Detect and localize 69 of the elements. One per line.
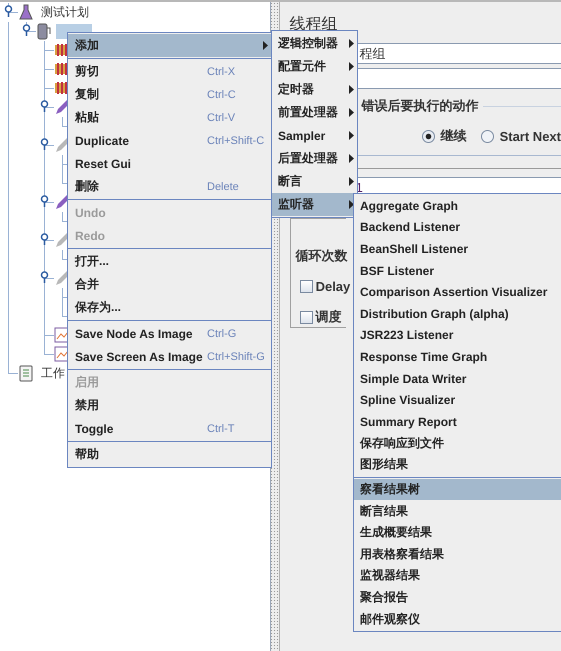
menu-item[interactable]: Response Time Graph — [354, 346, 561, 368]
menu-item[interactable]: 删除 Delete — [68, 175, 271, 198]
tree-node-label[interactable]: 工作 — [38, 364, 68, 383]
menu-item[interactable]: Spline Visualizer — [354, 389, 561, 411]
menu-item[interactable]: 配置元件 — [272, 55, 357, 78]
loop-count-label: 循环次数 — [296, 247, 346, 265]
expand-handle-icon[interactable] — [40, 271, 49, 283]
menu-item[interactable]: Comparison Assertion Visualizer — [354, 281, 561, 303]
menu-item[interactable]: 保存响应到文件 — [354, 432, 561, 454]
submenu-arrow-icon — [349, 85, 354, 94]
expand-handle-icon[interactable] — [22, 24, 31, 36]
menu-item[interactable]: Aggregate Graph — [354, 195, 561, 217]
submenu-arrow-icon — [349, 131, 354, 140]
menu-item[interactable]: 监视器结果 — [354, 565, 561, 587]
expand-handle-icon[interactable] — [40, 138, 49, 150]
menu-item[interactable]: 察看结果树 — [354, 478, 561, 500]
menu-item[interactable]: 添加 — [68, 34, 271, 57]
menu-item[interactable]: Save Node As Image Ctrl-G — [68, 322, 271, 345]
menu-item[interactable]: 聚合报告 — [354, 586, 561, 608]
name-field[interactable]: 程组 — [356, 43, 561, 64]
menu-item[interactable]: Toggle Ctrl-T — [68, 417, 271, 440]
menu-item[interactable]: BSF Listener — [354, 260, 561, 282]
submenu-arrow-icon — [349, 200, 354, 209]
menu-item[interactable]: Backend Listener — [354, 216, 561, 238]
menu-item[interactable]: 禁用 — [68, 394, 271, 417]
menu-item[interactable]: Save Screen As Image Ctrl+Shift-G — [68, 345, 271, 368]
menu-item[interactable]: 复制 Ctrl-C — [68, 83, 271, 106]
expand-handle-icon[interactable] — [40, 195, 49, 207]
menu-item[interactable]: BeanShell Listener — [354, 238, 561, 260]
menu-item[interactable]: 图形结果 — [354, 454, 561, 476]
submenu-arrow-icon — [349, 108, 354, 117]
menu-item[interactable]: 用表格察看结果 — [354, 544, 561, 566]
group-legend: 错误后要执行的动作 — [362, 97, 479, 115]
menu-item[interactable]: Reset Gui — [68, 152, 271, 175]
flask-icon — [18, 4, 34, 21]
menu-item[interactable]: Duplicate Ctrl+Shift-C — [68, 129, 271, 152]
menu-item[interactable]: Summary Report — [354, 410, 561, 433]
menu-item[interactable]: 断言结果 — [354, 500, 561, 522]
checkbox-option[interactable]: 调度 — [300, 308, 346, 326]
spool-icon — [36, 23, 52, 40]
submenu-arrow-icon — [349, 39, 354, 48]
menu-item[interactable]: 粘贴 Ctrl-V — [68, 106, 271, 129]
menu-item[interactable]: Distribution Graph (alpha) — [354, 302, 561, 325]
expand-handle-icon[interactable] — [40, 233, 49, 245]
menu-item[interactable]: 帮助 — [68, 443, 271, 466]
menu-item[interactable]: 剪切 Ctrl-X — [68, 60, 271, 83]
menu-item[interactable]: 前置处理器 — [272, 101, 357, 124]
radio-option[interactable]: Start Next — [480, 127, 561, 145]
submenu-arrow-icon — [349, 154, 354, 163]
menu-item[interactable]: Simple Data Writer — [354, 368, 561, 390]
clipboard-icon — [18, 365, 34, 382]
menu-item[interactable]: 生成概要结果 — [354, 522, 561, 544]
submenu-arrow-icon — [349, 177, 354, 186]
submenu-arrow-icon — [263, 41, 268, 50]
submenu-arrow-icon — [349, 62, 354, 71]
menu-item[interactable]: Sampler — [272, 124, 357, 147]
menu-item[interactable]: 逻辑控制器 — [272, 32, 357, 55]
menu-item[interactable]: 保存为... — [68, 296, 271, 319]
radio-option[interactable]: 继续 — [422, 127, 467, 145]
menu-item[interactable]: 邮件观察仪 — [354, 608, 561, 630]
menu-item[interactable]: 合并 — [68, 273, 271, 296]
menu-item[interactable]: JSR223 Listener — [354, 324, 561, 346]
menu-item[interactable]: 定时器 — [272, 78, 357, 101]
tree-node-label[interactable]: 测试计划 — [38, 3, 92, 22]
menu-item[interactable]: 后置处理器 — [272, 147, 357, 170]
expand-handle-icon[interactable] — [4, 5, 13, 17]
comments-field[interactable] — [356, 68, 561, 89]
menu-item[interactable]: 打开... — [68, 250, 271, 273]
expand-handle-icon[interactable] — [40, 100, 49, 112]
